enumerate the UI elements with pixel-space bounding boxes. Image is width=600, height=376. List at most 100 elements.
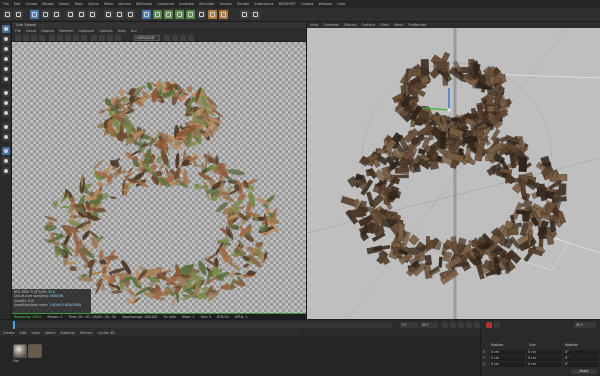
rv-menu-objects[interactable]: Objects xyxy=(41,29,54,33)
pick-material-icon[interactable] xyxy=(57,35,63,41)
play-icon[interactable] xyxy=(458,322,464,328)
menu-render[interactable]: Render xyxy=(237,2,249,6)
mat-menu-view[interactable]: View xyxy=(31,331,39,335)
lock-workplane-icon[interactable] xyxy=(2,147,10,155)
stop-render-icon[interactable] xyxy=(39,35,45,41)
previous-key-icon[interactable] xyxy=(450,322,456,328)
menu-mesh[interactable]: Mesh xyxy=(104,2,113,6)
model-mode-icon[interactable] xyxy=(2,25,10,33)
end-frame-field[interactable]: 90 F xyxy=(420,322,438,328)
next-key-icon[interactable] xyxy=(466,322,472,328)
redo-icon[interactable] xyxy=(14,10,23,19)
render-picture-viewer-icon[interactable] xyxy=(115,10,124,19)
autokey-icon[interactable] xyxy=(494,322,500,328)
menu-character[interactable]: Character xyxy=(157,2,174,6)
max-frame-field[interactable]: 90 F xyxy=(574,322,596,328)
snap-icon[interactable] xyxy=(2,109,10,117)
tweak-icon[interactable] xyxy=(2,99,10,107)
zoom-icon[interactable] xyxy=(164,35,170,41)
octane-live-viewer-icon[interactable] xyxy=(240,10,249,19)
alpha-channel-icon[interactable] xyxy=(107,35,113,41)
vp-menu-options[interactable]: Options xyxy=(362,23,376,27)
x-axis-icon[interactable] xyxy=(66,10,75,19)
solo-icon[interactable] xyxy=(2,167,10,175)
record-icon[interactable] xyxy=(486,322,492,328)
menu-octane[interactable]: Octane xyxy=(301,2,314,6)
rv-menu-cloud[interactable]: Cloud xyxy=(26,29,36,33)
vp-menu-display[interactable]: Display xyxy=(344,23,357,27)
clay-mode-icon[interactable] xyxy=(91,35,97,41)
vp-menu-prorender[interactable]: ProRender xyxy=(408,23,426,27)
go-to-start-icon[interactable] xyxy=(442,322,448,328)
vp-menu-filter[interactable]: Filter xyxy=(380,23,389,27)
timeline-playhead[interactable] xyxy=(13,321,15,329)
send-scene-icon[interactable] xyxy=(15,35,21,41)
points-mode-icon[interactable] xyxy=(2,45,10,53)
camera-icon[interactable] xyxy=(208,10,217,19)
floor-icon[interactable] xyxy=(197,10,206,19)
apply-button[interactable]: Apply xyxy=(571,369,597,374)
rotation-p-field[interactable]: 0° xyxy=(564,356,599,361)
mat-menu-create[interactable]: Create xyxy=(3,331,15,335)
menu-file[interactable]: File xyxy=(3,2,9,6)
rotate-tool-icon[interactable] xyxy=(52,10,61,19)
pause-render-icon[interactable] xyxy=(31,35,37,41)
screenshot-icon[interactable] xyxy=(180,35,186,41)
menu-edit[interactable]: Edit xyxy=(14,2,21,6)
sub-sampling-icon[interactable] xyxy=(99,35,105,41)
region-render-icon[interactable] xyxy=(49,35,55,41)
rv-menu-options[interactable]: Options xyxy=(99,29,113,33)
menu-volume[interactable]: Volume xyxy=(118,2,131,6)
white-balance-icon[interactable] xyxy=(73,35,79,41)
render-mode-dropdown[interactable]: HDRI/ASD xyxy=(134,35,160,41)
mat-menu-edit[interactable]: Edit xyxy=(20,331,27,335)
position-z-field[interactable]: 0 cm xyxy=(490,362,525,367)
current-frame-field[interactable]: 0 F xyxy=(400,322,418,328)
menu-simulate[interactable]: Simulate xyxy=(199,2,214,6)
menu-create[interactable]: Create xyxy=(26,2,38,6)
move-tool-icon[interactable] xyxy=(30,10,39,19)
edges-mode-icon[interactable] xyxy=(2,55,10,63)
post-processing-icon[interactable] xyxy=(115,35,121,41)
sculpt-icon[interactable] xyxy=(2,133,10,141)
polygons-mode-icon[interactable] xyxy=(2,65,10,73)
vp-menu-view[interactable]: View xyxy=(310,23,318,27)
position-y-field[interactable]: 0 cm xyxy=(490,356,525,361)
menu-select[interactable]: Select xyxy=(59,2,70,6)
vp-menu-panel[interactable]: Panel xyxy=(394,23,403,27)
mat-menu-texture[interactable]: Texture xyxy=(80,331,93,335)
rv-menu-file[interactable]: File xyxy=(15,29,21,33)
octane-settings-icon[interactable] xyxy=(251,10,260,19)
texture-mode-icon[interactable] xyxy=(2,35,10,43)
uv-mode-icon[interactable] xyxy=(2,75,10,83)
size-y-field[interactable]: 0 cm xyxy=(527,356,562,361)
menu-mograph[interactable]: MoGraph xyxy=(136,2,152,6)
menu-redshift[interactable]: REDSHIFT xyxy=(279,2,296,6)
grid-icon[interactable] xyxy=(2,157,10,165)
rotation-b-field[interactable]: 0° xyxy=(564,362,599,367)
restart-render-icon[interactable] xyxy=(23,35,29,41)
undo-icon[interactable] xyxy=(3,10,12,19)
light-icon[interactable] xyxy=(219,10,228,19)
mat-menu-select[interactable]: Select xyxy=(45,331,56,335)
settings-icon[interactable] xyxy=(188,35,194,41)
menu-spline[interactable]: Spline xyxy=(88,2,99,6)
scale-tool-icon[interactable] xyxy=(41,10,50,19)
size-x-field[interactable]: 0 cm xyxy=(527,350,562,355)
mat-menu-material[interactable]: Material xyxy=(61,331,75,335)
deformer-icon[interactable] xyxy=(186,10,195,19)
subdivision-icon[interactable] xyxy=(164,10,173,19)
menu-help[interactable]: Help xyxy=(337,2,345,6)
go-to-end-icon[interactable] xyxy=(474,322,480,328)
lock-resolution-icon[interactable] xyxy=(81,35,87,41)
menu-extensions[interactable]: Extensions xyxy=(255,2,274,6)
workplane-icon[interactable] xyxy=(2,123,10,131)
menu-tracker[interactable]: Tracker xyxy=(219,2,232,6)
vp-menu-cameras[interactable]: Cameras xyxy=(323,23,339,27)
menu-tools[interactable]: Tools xyxy=(74,2,83,6)
rv-menu-gui[interactable]: Gui xyxy=(131,29,137,33)
rv-menu-help[interactable]: Help xyxy=(118,29,126,33)
material-thumbnail[interactable] xyxy=(28,344,42,358)
z-axis-icon[interactable] xyxy=(88,10,97,19)
menu-modes[interactable]: Modes xyxy=(42,2,53,6)
